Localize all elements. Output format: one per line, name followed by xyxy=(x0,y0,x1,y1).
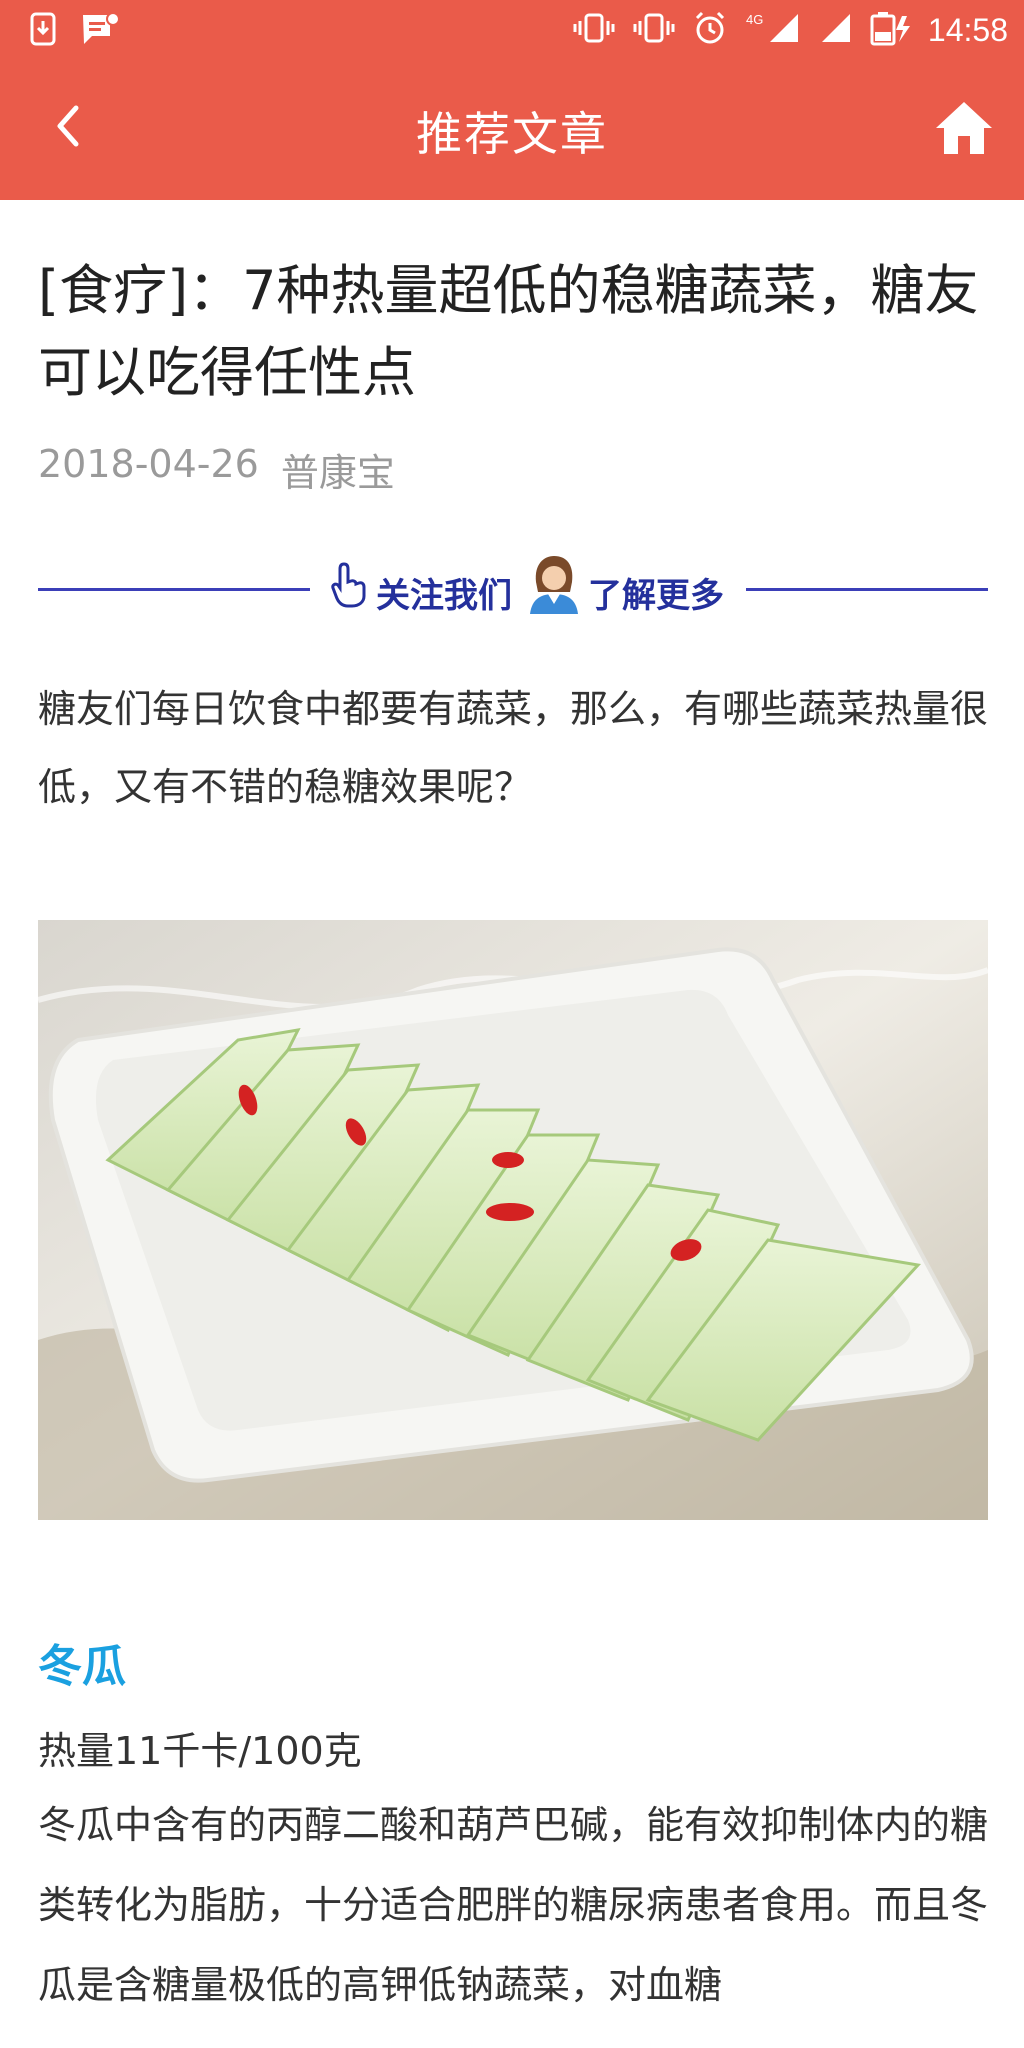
page-title: 推荐文章 xyxy=(416,107,608,161)
signal-4g-icon: 4G xyxy=(744,10,800,50)
signal-icon xyxy=(816,10,852,50)
person-avatar-icon xyxy=(526,552,582,620)
section-calories: 热量11千卡/100克 xyxy=(38,1729,362,1773)
status-right-icons: 4G 14:58 xyxy=(572,10,1008,50)
banner-line-left xyxy=(38,588,310,591)
vibrate-icon-2 xyxy=(632,11,676,49)
status-left-icons xyxy=(28,12,120,52)
section-body: 冬瓜中含有的丙醇二酸和葫芦巴碱，能有效抑制体内的糖类转化为脂肪，十分适合肥胖的糖… xyxy=(38,1803,989,2007)
app-toolbar: 推荐文章 xyxy=(0,60,1024,200)
home-icon xyxy=(932,102,996,164)
banner-line-right xyxy=(746,588,988,591)
learn-more-text: 了解更多 xyxy=(588,576,724,616)
alarm-icon xyxy=(692,10,728,50)
svg-text:4G: 4G xyxy=(746,12,763,27)
winter-melon-photo xyxy=(37,920,990,1520)
status-bar: 4G 14:58 xyxy=(0,0,1024,60)
status-time: 14:58 xyxy=(927,11,1008,48)
follow-us-text: 关注我们 xyxy=(376,576,512,616)
follow-banner[interactable]: 关注我们 了解更多 xyxy=(38,550,988,630)
hand-pointer-icon xyxy=(330,560,370,612)
home-button[interactable] xyxy=(932,96,996,160)
section-title: 冬瓜 xyxy=(38,1641,126,1692)
message-notification-icon xyxy=(80,12,120,52)
article-title: [食疗]：7种热量超低的稳糖蔬菜，糖友可以吃得任性点 xyxy=(38,259,979,404)
vibrate-icon xyxy=(572,11,616,49)
battery-charging-icon xyxy=(868,10,912,50)
article-intro: 糖友们每日饮食中都要有蔬菜，那么，有哪些蔬菜热量很低，又有不错的稳糖效果呢？ xyxy=(38,687,989,809)
article-date: 2018-04-26 xyxy=(38,442,259,486)
download-notification-icon xyxy=(28,12,58,52)
article-meta: 2018-04-26 普康宝 xyxy=(38,442,988,497)
article-content: [食疗]：7种热量超低的稳糖蔬菜，糖友可以吃得任性点 2018-04-26 普康… xyxy=(37,200,990,2007)
article-source[interactable]: 普康宝 xyxy=(281,442,395,497)
